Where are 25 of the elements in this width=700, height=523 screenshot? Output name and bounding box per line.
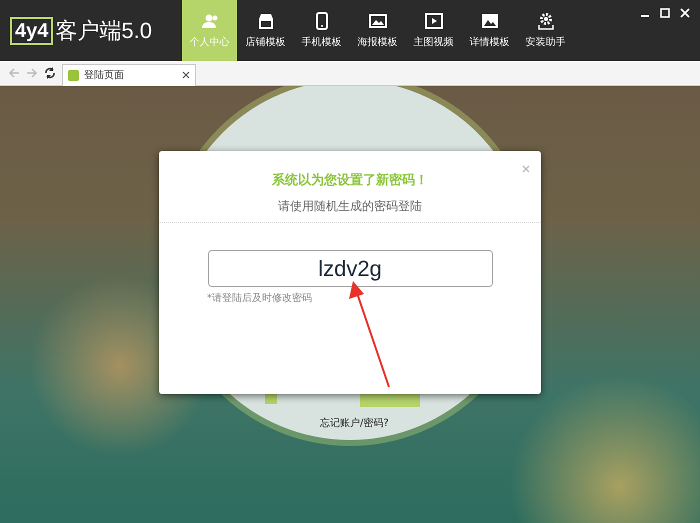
image-icon <box>480 12 498 30</box>
browser-tab[interactable]: 登陆页面 <box>62 64 196 86</box>
nav-tab[interactable]: 海报模板 <box>350 0 405 61</box>
nav-tab[interactable]: 手机模板 <box>294 0 349 61</box>
page-icon <box>68 70 79 80</box>
close-icon[interactable] <box>182 71 190 79</box>
nav-tab[interactable]: 详情模板 <box>462 0 517 61</box>
dialog-title: 系统以为您设置了新密码！ <box>272 172 428 189</box>
picture-icon <box>368 12 386 30</box>
forgot-password-link[interactable]: 忘记账户/密码? <box>320 416 389 430</box>
password-field[interactable]: lzdv2g <box>208 250 492 287</box>
hint-text: *请登陆后及时修改密码 <box>207 292 312 305</box>
maximize-icon[interactable] <box>660 8 670 18</box>
app-logo: 4y4 客户端5.0 <box>10 16 182 46</box>
users-icon <box>200 12 218 30</box>
refresh-icon[interactable] <box>44 67 56 79</box>
nav-tab[interactable]: 店铺模板 <box>238 0 293 61</box>
nav-tab[interactable]: 安装助手 <box>518 0 573 61</box>
shop-icon <box>256 12 274 30</box>
video-icon <box>424 12 442 30</box>
tab-title: 登陆页面 <box>84 68 124 82</box>
nav-tab[interactable]: 主图视频 <box>406 0 461 61</box>
gear-icon <box>536 12 554 30</box>
dialog-subtitle: 请使用随机生成的密码登陆 <box>278 198 422 215</box>
logo-mark: 4y4 <box>10 16 54 44</box>
